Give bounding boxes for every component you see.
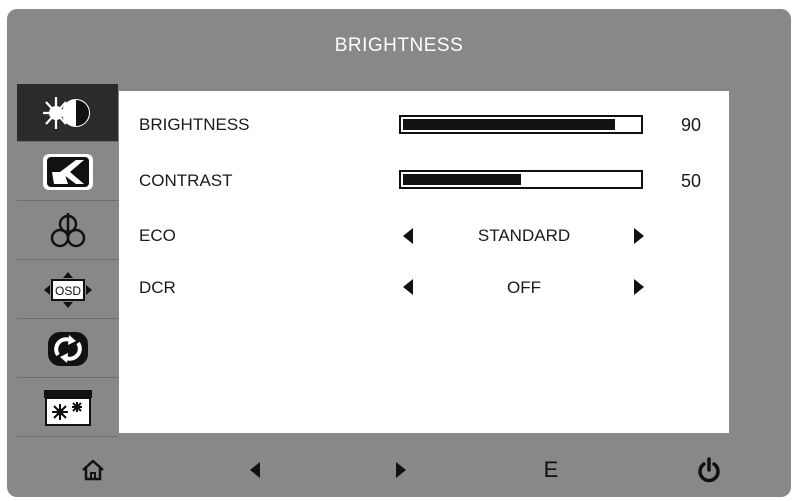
eco-label: ECO [139, 226, 176, 245]
contrast-label: CONTRAST [139, 171, 233, 190]
button-bar: E [7, 441, 791, 497]
settings-panel: BRIGHTNESS 90 CONTRAST 50 ECO STANDARD D… [119, 91, 729, 433]
dcr-value[interactable]: OFF [419, 278, 629, 298]
home-icon [82, 459, 104, 481]
left-button[interactable] [235, 453, 275, 487]
reset-icon [40, 329, 96, 369]
right-arrow-icon [396, 462, 406, 478]
osd-menu: BRIGHTNESS OSD BRIGHTNESS 90 CONTRAST 50… [7, 9, 791, 497]
brightness-slider-fill [403, 119, 615, 130]
sidebar-item-color-temp[interactable] [17, 202, 118, 260]
sidebar-item-extra[interactable] [17, 379, 118, 437]
dcr-right-arrow-icon[interactable] [634, 279, 644, 295]
dcr-left-arrow-icon[interactable] [403, 279, 413, 295]
menu-title: BRIGHTNESS [334, 35, 464, 56]
enter-button[interactable]: E [531, 453, 571, 487]
osd-icon-text: OSD [54, 284, 80, 298]
power-button[interactable] [689, 453, 729, 487]
power-icon [698, 457, 720, 483]
sidebar-item-image-setup[interactable] [17, 143, 118, 201]
sidebar-item-osd-setup[interactable]: OSD [17, 261, 118, 319]
enter-button-label: E [543, 457, 559, 482]
sidebar-item-luminance[interactable] [17, 84, 118, 142]
sidebar: OSD [17, 84, 118, 437]
contrast-value: 50 [681, 171, 702, 191]
eco-left-arrow-icon[interactable] [403, 228, 413, 244]
contrast-slider[interactable] [399, 170, 643, 189]
brightness-value: 90 [681, 115, 702, 135]
home-button[interactable] [73, 453, 113, 487]
contrast-slider-fill [403, 174, 521, 185]
brightness-slider[interactable] [399, 115, 643, 134]
sidebar-item-reset[interactable] [17, 320, 118, 378]
image-setup-icon [40, 152, 96, 192]
left-arrow-icon [250, 462, 260, 478]
extra-icon [40, 388, 96, 428]
color-temp-icon [40, 211, 96, 251]
luminance-icon [40, 93, 96, 133]
right-button[interactable] [381, 453, 421, 487]
eco-value[interactable]: STANDARD [419, 226, 629, 246]
brightness-label: BRIGHTNESS [139, 115, 250, 134]
dcr-label: DCR [139, 278, 176, 297]
osd-setup-icon: OSD [40, 270, 96, 310]
eco-right-arrow-icon[interactable] [634, 228, 644, 244]
